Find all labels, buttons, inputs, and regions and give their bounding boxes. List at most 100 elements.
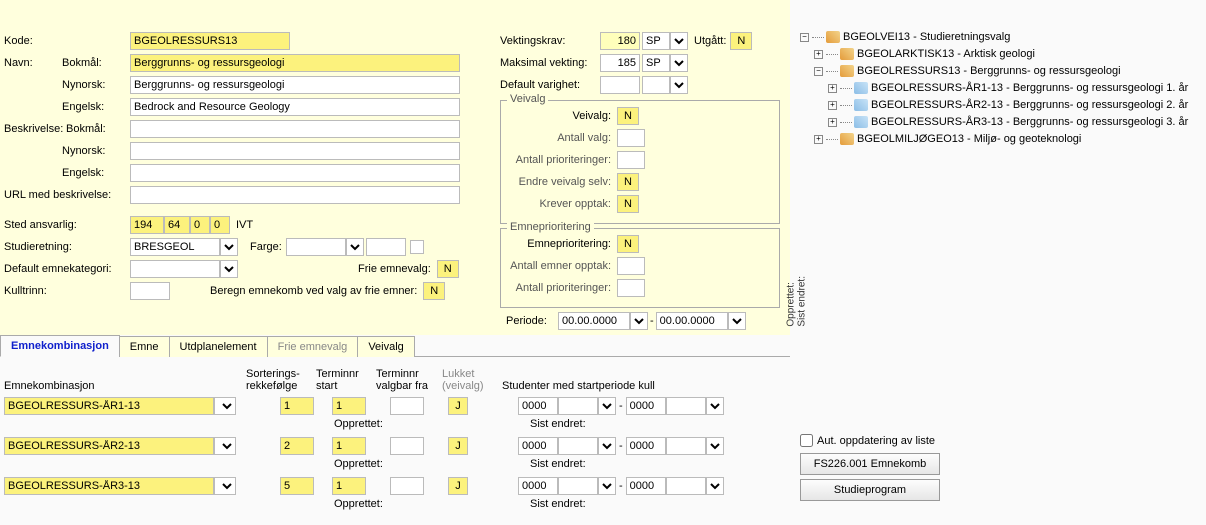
beregn-value[interactable]: N	[423, 282, 445, 300]
antall-emner-opptak-input[interactable]	[617, 257, 645, 275]
antall-prio2-input[interactable]	[617, 279, 645, 297]
row-lukket-value[interactable]: J	[448, 437, 468, 455]
row-p2a-input[interactable]	[626, 397, 666, 415]
vektingskrav-select[interactable]	[670, 32, 688, 50]
row-sort-input[interactable]	[280, 437, 314, 455]
sted2-input[interactable]	[164, 216, 190, 234]
tree[interactable]: −BGEOLVEI13 - Studieretningsvalg+BGEOLAR…	[800, 28, 1200, 148]
fs226-button[interactable]: FS226.001 Emnekomb	[800, 453, 940, 475]
tree-node[interactable]: −BGEOLVEI13 - Studieretningsvalg	[800, 29, 1200, 45]
krever-opptak-value[interactable]: N	[617, 195, 639, 213]
row-p1b-input[interactable]	[558, 437, 598, 455]
tree-toggle-icon[interactable]: −	[800, 33, 809, 42]
tab-utdplanelement[interactable]: Utdplanelement	[169, 336, 268, 357]
tree-node[interactable]: +BGEOLARKTISK13 - Arktisk geologi	[800, 46, 1200, 62]
row-name-input[interactable]	[4, 477, 214, 495]
row-name-input[interactable]	[4, 397, 214, 415]
row-p2b-input[interactable]	[666, 397, 706, 415]
row-sort-input[interactable]	[280, 477, 314, 495]
kulltrinn-input[interactable]	[130, 282, 170, 300]
maksimal-unit[interactable]	[642, 54, 670, 72]
row-tstart-input[interactable]	[332, 477, 366, 495]
row-p1b-input[interactable]	[558, 397, 598, 415]
row-p1a-input[interactable]	[518, 477, 558, 495]
row-tstart-input[interactable]	[332, 437, 366, 455]
studieretning-select[interactable]	[220, 238, 238, 256]
row-p2a-input[interactable]	[626, 437, 666, 455]
row-tvalgbar-input[interactable]	[390, 397, 424, 415]
beskr-bokmal-input[interactable]	[130, 120, 460, 138]
row-name-input[interactable]	[4, 437, 214, 455]
row-sort-input[interactable]	[280, 397, 314, 415]
periode-to-select[interactable]	[728, 312, 746, 330]
row-name-select[interactable]	[214, 477, 236, 495]
navn-bokmal-input[interactable]	[130, 54, 460, 72]
tree-node[interactable]: +BGEOLMILJØGEO13 - Miljø- og geoteknolog…	[800, 131, 1200, 147]
tree-toggle-icon[interactable]: +	[814, 50, 823, 59]
tree-node[interactable]: +BGEOLRESSURS-ÅR1-13 - Berggrunns- og re…	[800, 80, 1200, 96]
tree-toggle-icon[interactable]: +	[828, 118, 837, 127]
default-kategori-select[interactable]	[220, 260, 238, 278]
beskr-nynorsk-input[interactable]	[130, 142, 460, 160]
farge-input[interactable]	[286, 238, 346, 256]
vektingskrav-unit[interactable]	[642, 32, 670, 50]
row-p2b-input[interactable]	[666, 437, 706, 455]
sted1-input[interactable]	[130, 216, 164, 234]
row-tvalgbar-input[interactable]	[390, 477, 424, 495]
antall-prio1-input[interactable]	[617, 151, 645, 169]
tree-toggle-icon[interactable]: −	[814, 67, 823, 76]
studieprogram-button[interactable]: Studieprogram	[800, 479, 940, 501]
row-p1a-input[interactable]	[518, 437, 558, 455]
tab-frie-emnevalg[interactable]: Frie emnevalg	[267, 336, 359, 357]
row-p1-select[interactable]	[598, 397, 616, 415]
navn-engelsk-input[interactable]	[130, 98, 460, 116]
periode-from-input[interactable]	[558, 312, 630, 330]
row-p1b-input[interactable]	[558, 477, 598, 495]
studieretning-input[interactable]	[130, 238, 220, 256]
sted4-input[interactable]	[210, 216, 230, 234]
utgatt-value[interactable]: N	[730, 32, 752, 50]
row-lukket-value[interactable]: J	[448, 477, 468, 495]
row-tstart-input[interactable]	[332, 397, 366, 415]
periode-from-select[interactable]	[630, 312, 648, 330]
default-varighet-input[interactable]	[600, 76, 640, 94]
farge-select[interactable]	[346, 238, 364, 256]
row-p2-select[interactable]	[706, 437, 724, 455]
tree-toggle-icon[interactable]: +	[828, 84, 837, 93]
row-p1-select[interactable]	[598, 437, 616, 455]
row-p2-select[interactable]	[706, 477, 724, 495]
navn-nynorsk-input[interactable]	[130, 76, 460, 94]
row-p1-select[interactable]	[598, 477, 616, 495]
veivalg-value[interactable]: N	[617, 107, 639, 125]
row-p2a-input[interactable]	[626, 477, 666, 495]
default-kategori-input[interactable]	[130, 260, 220, 278]
farge-extra-input[interactable]	[366, 238, 406, 256]
tab-emnekombinasjon[interactable]: Emnekombinasjon	[0, 335, 120, 357]
endre-selv-value[interactable]: N	[617, 173, 639, 191]
antall-valg-input[interactable]	[617, 129, 645, 147]
frie-emnevalg-value[interactable]: N	[437, 260, 459, 278]
row-name-select[interactable]	[214, 397, 236, 415]
tree-node[interactable]: +BGEOLRESSURS-ÅR3-13 - Berggrunns- og re…	[800, 114, 1200, 130]
tab-veivalg[interactable]: Veivalg	[357, 336, 414, 357]
maksimal-input[interactable]	[600, 54, 640, 72]
emneprio-value[interactable]: N	[617, 235, 639, 253]
tree-toggle-icon[interactable]: +	[814, 135, 823, 144]
sted3-input[interactable]	[190, 216, 210, 234]
url-input[interactable]	[130, 186, 460, 204]
row-p2b-input[interactable]	[666, 477, 706, 495]
periode-to-input[interactable]	[656, 312, 728, 330]
default-varighet-select[interactable]	[670, 76, 688, 94]
tree-toggle-icon[interactable]: +	[828, 101, 837, 110]
aut-oppdatering-checkbox[interactable]: Aut. oppdatering av liste	[800, 434, 1200, 447]
kode-input[interactable]	[130, 32, 290, 50]
beskr-engelsk-input[interactable]	[130, 164, 460, 182]
vektingskrav-input[interactable]	[600, 32, 640, 50]
tree-node[interactable]: +BGEOLRESSURS-ÅR2-13 - Berggrunns- og re…	[800, 97, 1200, 113]
tab-emne[interactable]: Emne	[119, 336, 170, 357]
row-lukket-value[interactable]: J	[448, 397, 468, 415]
row-name-select[interactable]	[214, 437, 236, 455]
tree-node[interactable]: −BGEOLRESSURS13 - Berggrunns- og ressurs…	[800, 63, 1200, 79]
row-tvalgbar-input[interactable]	[390, 437, 424, 455]
default-varighet-unit[interactable]	[642, 76, 670, 94]
